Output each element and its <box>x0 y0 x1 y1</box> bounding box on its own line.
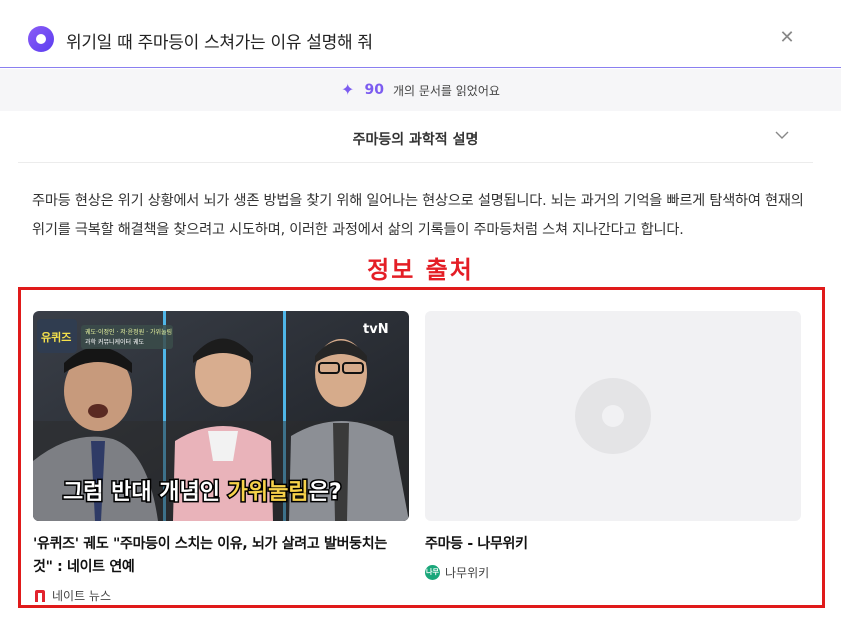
source-name: 네이트 뉴스 <box>52 589 112 603</box>
header: 위기일 때 주마등이 스쳐가는 이유 설명해 줘 ✕ <box>0 0 841 68</box>
section-accordion[interactable]: 주마등의 과학적 설명 <box>18 111 813 163</box>
source-card[interactable]: 유퀴즈 궤도·이정인 · 저·윤정원 · 가위눌림 과학 커뮤니케이터 궤도 t… <box>33 311 409 603</box>
channel-logo: tvN <box>363 322 389 337</box>
answer-text: 주마등 현상은 위기 상황에서 뇌가 생존 방법을 찾기 위해 일어나는 현상으… <box>32 193 804 238</box>
source-attribution: 네이트 뉴스 <box>33 587 111 604</box>
caption-line-2: 과학 커뮤니케이터 궤도 <box>85 338 144 346</box>
annotation-label: 정보 출처 <box>367 256 474 284</box>
section-title: 주마등의 과학적 설명 <box>352 132 479 148</box>
documents-count: 90 <box>364 82 384 98</box>
thumbnail-image: 유퀴즈 궤도·이정인 · 저·윤정원 · 가위눌림 과학 커뮤니케이터 궤도 t… <box>33 311 409 521</box>
caption-line-1: 궤도·이정인 · 저·윤정원 · 가위눌림 <box>85 328 172 336</box>
source-title[interactable]: 주마등 - 나무위키 <box>425 533 801 556</box>
video-thumbnail[interactable]: 유퀴즈 궤도·이정인 · 저·윤정원 · 가위눌림 과학 커뮤니케이터 궤도 t… <box>33 311 409 521</box>
source-card[interactable]: 주마등 - 나무위키 나무 나무위키 <box>425 311 801 580</box>
source-attribution: 나무 나무위키 <box>425 564 489 581</box>
documents-read-bar: ✦ 90 개의 문서를 읽었어요 <box>0 69 841 111</box>
image-placeholder-icon <box>575 378 651 454</box>
query-title: 위기일 때 주마등이 스쳐가는 이유 설명해 줘 <box>66 33 373 53</box>
documents-label: 개의 문서를 읽었어요 <box>392 83 500 98</box>
show-badge: 유퀴즈 <box>41 330 71 344</box>
chevron-down-icon[interactable] <box>774 127 790 143</box>
nate-logo-icon <box>35 589 45 602</box>
namuwiki-logo-icon: 나무 <box>425 565 440 580</box>
close-icon[interactable]: ✕ <box>778 29 796 47</box>
circle-logo-icon <box>28 26 54 52</box>
video-subtitle: 그럼 반대 개념인 가위눌림은? <box>63 480 342 505</box>
sparkle-icon: ✦ <box>341 80 355 99</box>
image-thumbnail[interactable] <box>425 311 801 521</box>
source-name: 나무위키 <box>445 566 490 580</box>
source-title[interactable]: '유퀴즈' 궤도 "주마등이 스치는 이유, 뇌가 살려고 발버둥치는 것" :… <box>33 533 409 579</box>
